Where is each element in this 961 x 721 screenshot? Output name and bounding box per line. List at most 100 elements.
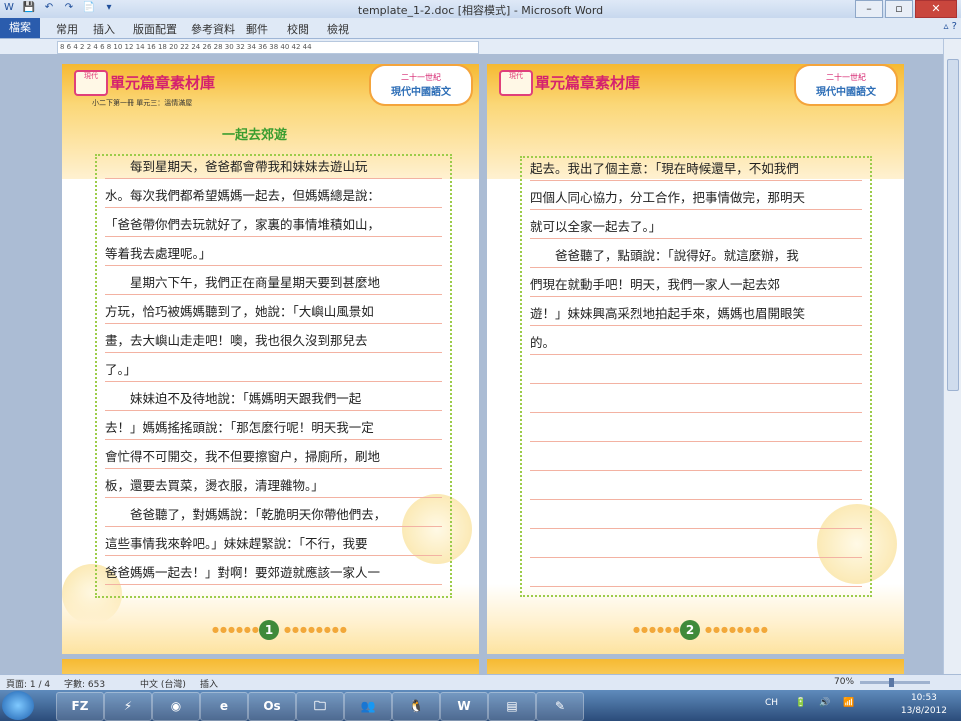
text-line: 爸爸媽媽一起去！」對啊！要郊遊就應該一家人一 (105, 562, 442, 585)
text-line (530, 564, 862, 587)
text-line: 板，還要去買菜，燙衣服，清理雜物。」 (105, 475, 442, 498)
taskbar-word[interactable]: W (440, 692, 488, 721)
text-line: 爸爸聽了，點頭說：「說得好。就這麼辦，我 (530, 245, 862, 268)
story-title: 一起去郊遊 (222, 128, 288, 143)
text-line: 四個人同心協力，分工合作，把事情做完，那明天 (530, 187, 862, 210)
text-line: 每到星期天，爸爸都會帶我和妹妹去遊山玩 (105, 156, 442, 179)
ribbon-tabs: 檔案 常用 插入 版面配置 參考資料 郵件 校閱 檢視 ▵ ? (0, 18, 961, 39)
volume-icon[interactable]: 🔊 (819, 698, 830, 708)
taskbar-ie[interactable]: e (200, 692, 248, 721)
text-line: 就可以全家一起去了。」 (530, 216, 862, 239)
tab-insert[interactable]: 插入 (93, 21, 115, 37)
horizontal-ruler[interactable]: 8 6 4 2 2 4 6 8 10 12 14 16 18 20 22 24 … (57, 41, 479, 54)
text-line: 的。 (530, 332, 862, 355)
modern-logo: 現代 (74, 70, 108, 96)
ruler-bar: 8 6 4 2 2 4 6 8 10 12 14 16 18 20 22 24 … (0, 39, 961, 54)
taskbar-chrome[interactable]: ◉ (152, 692, 200, 721)
badge-line-2: 現代中國語文 (391, 87, 451, 98)
tab-mailings[interactable]: 郵件 (246, 21, 268, 37)
taskbar-app-10[interactable]: ▤ (488, 692, 536, 721)
footer-dots-right: ●●●●●●●● (705, 625, 769, 634)
vertical-scrollbar[interactable] (943, 39, 961, 674)
text-line: 去！」媽媽搖搖頭說：「那怎麼行呢！明天我一定 (105, 417, 442, 440)
text-line: 方玩，恰巧被媽媽聽到了，她說：「大嶼山風景如 (105, 301, 442, 324)
word-count[interactable]: 字數: 653 (64, 677, 105, 690)
zoom-slider-knob[interactable] (889, 678, 895, 687)
ruler-numbers: 8 6 4 2 2 4 6 8 10 12 14 16 18 20 22 24 … (60, 43, 312, 51)
text-line (530, 390, 862, 413)
help-icon[interactable]: ▵ ? (943, 21, 957, 32)
tab-references[interactable]: 參考資料 (191, 21, 235, 37)
scrollbar-thumb[interactable] (947, 59, 959, 391)
taskbar-explorer[interactable]: 🗀 (296, 692, 344, 721)
clock-date: 13/8/2012 (900, 706, 947, 716)
text-line (530, 361, 862, 384)
tab-home[interactable]: 常用 (56, 21, 78, 37)
page-count[interactable]: 頁面: 1 / 4 (6, 677, 50, 690)
taskbar-app-2[interactable]: ⚡ (104, 692, 152, 721)
page-2[interactable]: 現代 單元篇章素材庫 二十一世紀 現代中國語文 起去。我出了個主意：「現在時候還… (487, 64, 904, 654)
text-line: 了。」 (105, 359, 442, 382)
text-line: 遊！」妹妹興高采烈地拍起手來，媽媽也眉開眼笑 (530, 303, 862, 326)
zoom-slider[interactable] (860, 678, 930, 687)
battery-icon[interactable]: 🔋 (795, 698, 806, 708)
text-line: 「爸爸帶你們去玩就好了，家裏的事情堆積如山， (105, 214, 442, 237)
taskbar-outlook[interactable]: Os (248, 692, 296, 721)
tab-view[interactable]: 檢視 (327, 21, 349, 37)
taskbar-qq[interactable]: 🐧 (392, 692, 440, 721)
text-line: 妹妹迫不及待地說：「媽媽明天跟我們一起 (105, 388, 442, 411)
text-line: 星期六下午，我們正在商量星期天要到甚麼地 (105, 272, 442, 295)
text-line: 爸爸聽了，對媽媽說：「乾脆明天你帶他們去， (105, 504, 442, 527)
text-line: 起去。我出了個主意：「現在時候還早，不如我們 (530, 158, 862, 181)
modern-logo: 現代 (499, 70, 533, 96)
ime-indicator[interactable]: CH (765, 698, 778, 708)
series-badge: 二十一世紀 現代中國語文 (371, 66, 471, 104)
insert-mode[interactable]: 插入 (200, 677, 218, 690)
page-number: 2 (680, 620, 700, 640)
restore-button[interactable]: ▫ (885, 0, 913, 18)
document-area[interactable]: 現代 單元篇章素材庫 二十一世紀 現代中國語文 小二下第一冊 單元三：溫情滿屋 … (0, 54, 944, 674)
text-line (530, 535, 862, 558)
text-line: 們現在就動手吧！明天，我們一家人一起去郊 (530, 274, 862, 297)
page-number: 1 (259, 620, 279, 640)
language-status[interactable]: 中文 (台灣) (140, 677, 186, 690)
text-line (530, 419, 862, 442)
start-button[interactable] (2, 691, 34, 720)
window-title: template_1-2.doc [相容模式] - Microsoft Word (357, 4, 604, 17)
text-box[interactable]: 每到星期天，爸爸都會帶我和妹妹去遊山玩 水。每次我們都希望媽媽一起去，但媽媽總是… (95, 154, 452, 598)
network-icon[interactable]: 📶 (843, 698, 854, 708)
badge-line-1: 二十一世紀 (401, 73, 441, 82)
page-3-top[interactable] (62, 659, 479, 674)
breadcrumb: 小二下第一冊 單元三：溫情滿屋 (92, 99, 193, 107)
status-bar: 頁面: 1 / 4 字數: 653 中文 (台灣) 插入 70% (0, 674, 961, 691)
text-line: 這些事情我來幹吧。」妹妹趕緊說：「不行，我要 (105, 533, 442, 556)
tab-review[interactable]: 校閱 (287, 21, 309, 37)
text-line (530, 448, 862, 471)
tab-file[interactable]: 檔案 (0, 18, 40, 38)
unit-title: 單元篇章素材庫 (535, 74, 641, 92)
zoom-level[interactable]: 70% (834, 677, 854, 687)
text-line: 等着我去處理呢。」 (105, 243, 442, 266)
taskbar: FZ ⚡ ◉ e Os 🗀 👥 🐧 W ▤ ✎ CH 🔋 🔊 📶 10:53 1… (0, 690, 961, 721)
page-1[interactable]: 現代 單元篇章素材庫 二十一世紀 現代中國語文 小二下第一冊 單元三：溫情滿屋 … (62, 64, 479, 654)
text-line: 畫，去大嶼山走走吧！噢，我也很久沒到那兒去 (105, 330, 442, 353)
close-button[interactable]: ✕ (915, 0, 957, 18)
taskbar-messenger[interactable]: 👥 (344, 692, 392, 721)
text-line: 水。每次我們都希望媽媽一起去，但媽媽總是說： (105, 185, 442, 208)
badge-line-1: 二十一世紀 (826, 73, 866, 82)
series-badge: 二十一世紀 現代中國語文 (796, 66, 896, 104)
tab-page-layout[interactable]: 版面配置 (133, 21, 177, 37)
clock[interactable]: 10:53 13/8/2012 (901, 692, 947, 718)
system-tray: CH 🔋 🔊 📶 10:53 13/8/2012 (751, 690, 961, 721)
unit-title: 單元篇章素材庫 (110, 74, 216, 92)
text-line (530, 477, 862, 500)
taskbar-paint[interactable]: ✎ (536, 692, 584, 721)
clock-time: 10:53 (910, 693, 937, 703)
text-box[interactable]: 起去。我出了個主意：「現在時候還早，不如我們 四個人同心協力，分工合作，把事情做… (520, 156, 872, 597)
minimize-button[interactable]: – (855, 0, 883, 18)
taskbar-filezilla[interactable]: FZ (56, 692, 104, 721)
text-line: 會忙得不可開交，我不但要擦窗户，掃廁所，刷地 (105, 446, 442, 469)
footer-dots-right: ●●●●●●●● (284, 625, 348, 634)
title-bar: W 💾 ↶ ↷ 📄 ▾ template_1-2.doc [相容模式] - Mi… (0, 0, 961, 18)
page-4-top[interactable] (487, 659, 904, 674)
